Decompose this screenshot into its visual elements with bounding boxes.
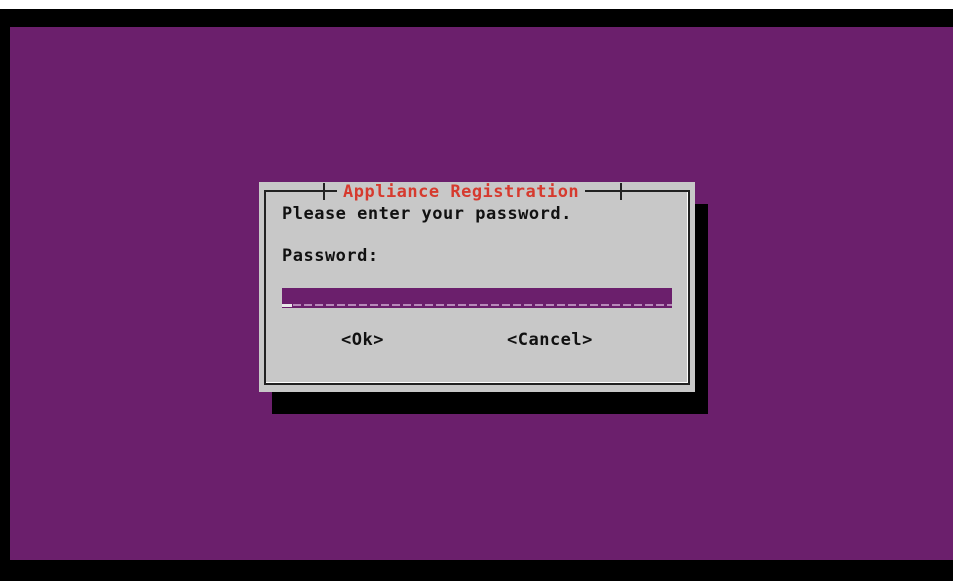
password-label: Password: — [282, 246, 379, 266]
ok-button[interactable]: <Ok> — [341, 330, 384, 350]
dialog-title: Appliance Registration — [337, 182, 586, 202]
prompt-text: Please enter your password. — [282, 204, 572, 224]
field-underline — [282, 304, 672, 306]
text-cursor — [282, 304, 292, 307]
registration-dialog: Appliance Registration Please enter your… — [259, 182, 695, 392]
title-left-cap — [323, 183, 325, 200]
title-right-cap — [620, 183, 622, 200]
cancel-button[interactable]: <Cancel> — [507, 330, 593, 350]
password-input[interactable] — [282, 288, 672, 308]
